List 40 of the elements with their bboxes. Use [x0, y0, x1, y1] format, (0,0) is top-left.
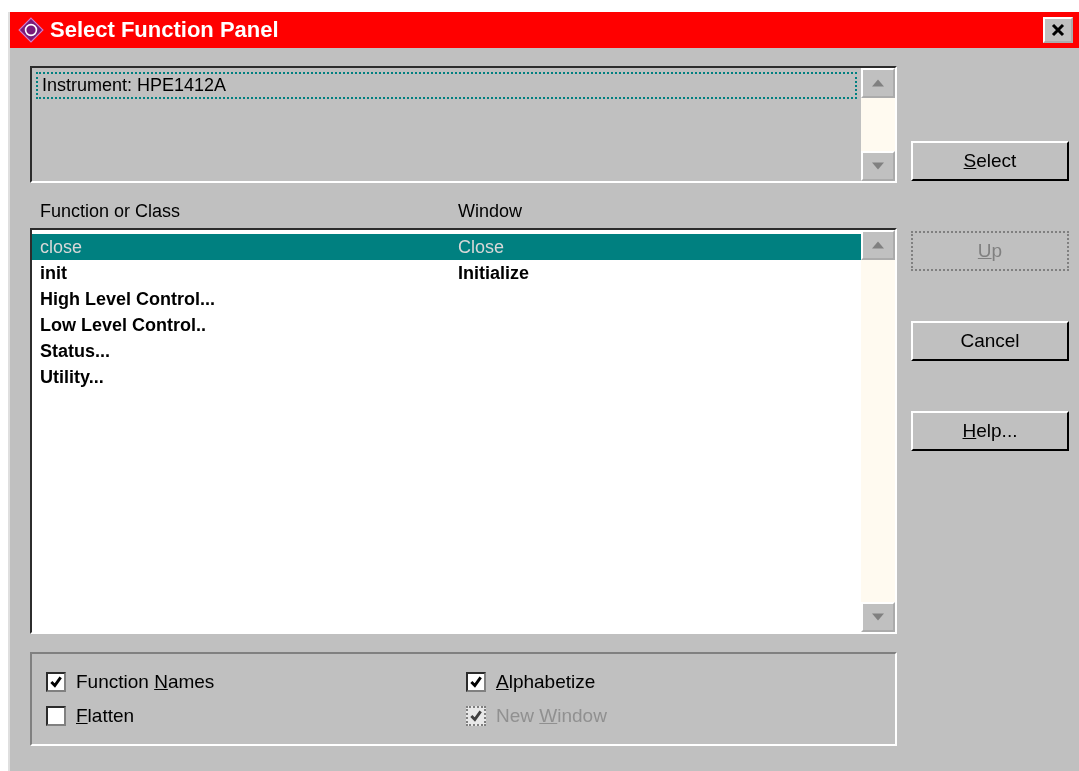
- down-arrow-icon: [872, 613, 884, 621]
- diamond-logo-icon: [18, 17, 44, 43]
- list-row[interactable]: Status...: [32, 338, 861, 364]
- scroll-down-button[interactable]: [861, 602, 895, 632]
- check-icon: [469, 675, 483, 689]
- column-header: Window: [458, 201, 523, 222]
- function-name: Utility...: [40, 366, 105, 388]
- list-row[interactable]: init Initialize: [32, 260, 861, 286]
- close-icon: [1050, 22, 1066, 38]
- window-name: Initialize: [458, 262, 529, 284]
- window-name: Close: [458, 236, 505, 258]
- scroll-up-button[interactable]: [861, 68, 895, 98]
- function-name: close: [40, 236, 84, 258]
- list-row[interactable]: Utility...: [32, 364, 861, 390]
- close-button[interactable]: [1043, 17, 1073, 43]
- down-arrow-icon: [872, 162, 884, 170]
- checkbox[interactable]: [466, 672, 486, 692]
- function-name: Low Level Control..: [40, 314, 207, 336]
- dialog-button[interactable]: Cancel: [911, 321, 1069, 361]
- column-header: Function or Class: [40, 201, 182, 222]
- window-title: Select Function Panel: [50, 17, 280, 43]
- list-item[interactable]: Instrument: HPE1412A: [36, 72, 857, 99]
- checkbox-label: Flatten: [76, 705, 135, 727]
- checkbox[interactable]: [46, 706, 66, 726]
- up-arrow-icon: [872, 241, 884, 249]
- check-icon: [469, 709, 483, 723]
- function-name: init: [40, 262, 68, 284]
- function-name: High Level Control...: [40, 288, 216, 310]
- dialog-button[interactable]: Select: [911, 141, 1069, 181]
- dialog-button[interactable]: Help...: [911, 411, 1069, 451]
- checkbox-label: Function Names: [76, 671, 215, 693]
- function-name: Status...: [40, 340, 111, 362]
- checkbox-label: Alphabetize: [496, 671, 596, 693]
- checkbox[interactable]: [46, 672, 66, 692]
- scroll-down-button[interactable]: [861, 151, 895, 181]
- up-arrow-icon: [872, 79, 884, 87]
- list-row[interactable]: High Level Control...: [32, 286, 861, 312]
- list-row[interactable]: Low Level Control..: [32, 312, 861, 338]
- scroll-up-button[interactable]: [861, 230, 895, 260]
- check-icon: [49, 675, 63, 689]
